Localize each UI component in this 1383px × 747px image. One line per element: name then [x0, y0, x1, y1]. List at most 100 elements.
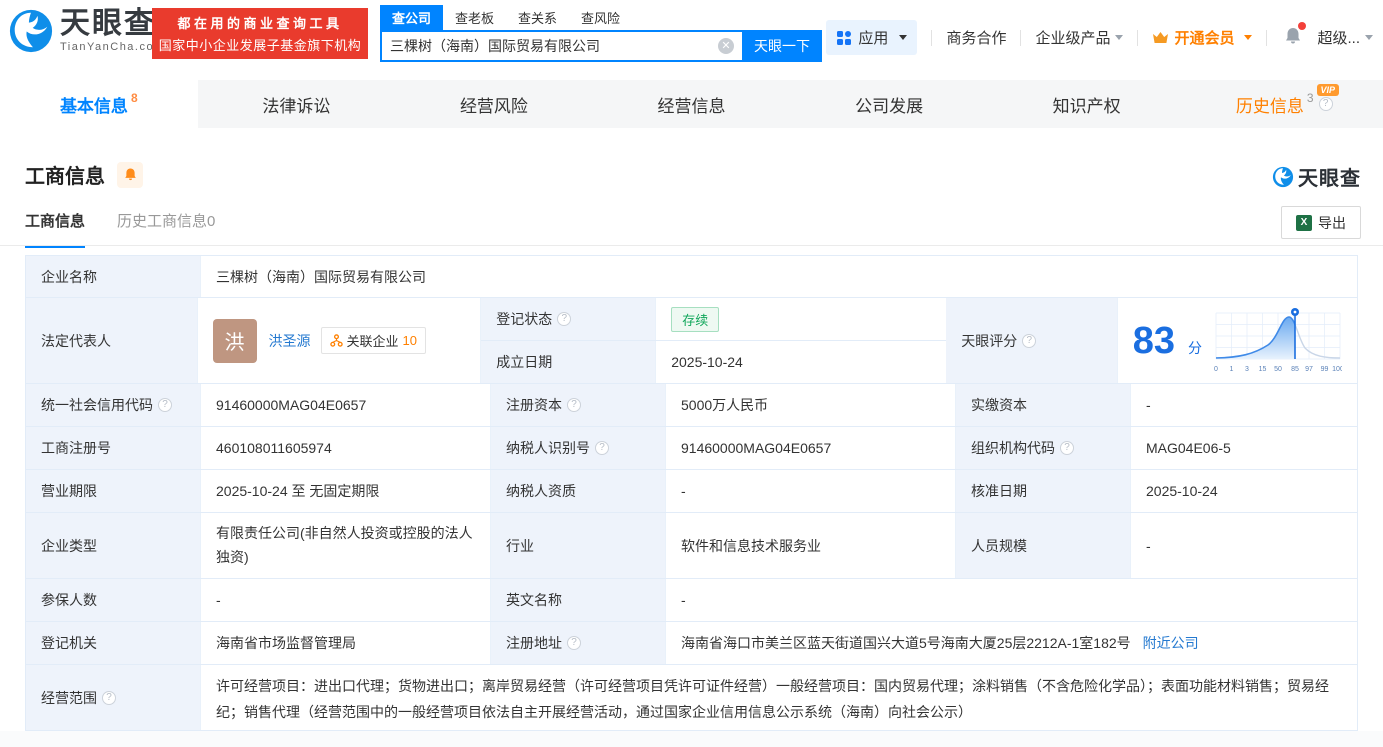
tab-legal-proceedings-label: 法律诉讼	[262, 92, 330, 117]
org-code-value: MAG04E06-5	[1131, 427, 1357, 469]
field-label: 纳税人资质	[491, 470, 666, 512]
score-cell[interactable]: 83 分	[1118, 298, 1357, 383]
subtab-business-registration[interactable]: 工商信息	[25, 210, 85, 248]
user-account-menu[interactable]: 超级...	[1317, 27, 1373, 48]
field-label: 登记状态 ?	[481, 298, 656, 340]
help-icon[interactable]: ?	[595, 441, 609, 455]
company-page-tabs: 基本信息 8 法律诉讼 经营风险 经营信息 公司发展 知识产权 VIP 历史信息…	[0, 80, 1383, 128]
user-account-label: 超级...	[1317, 27, 1360, 48]
field-label: 法定代表人	[26, 298, 198, 383]
tab-operational-risk[interactable]: 经营风险	[395, 80, 593, 128]
logo-text-cn: 天眼查	[60, 9, 165, 39]
field-label: 天眼评分 ?	[946, 298, 1118, 383]
related-companies-count: 10	[403, 333, 417, 348]
chevron-down-icon	[1365, 35, 1373, 40]
help-icon[interactable]: ?	[1060, 441, 1074, 455]
field-label: 参保人数	[26, 579, 201, 621]
help-icon[interactable]: ?	[1319, 97, 1333, 111]
legal-rep-link[interactable]: 洪圣源	[269, 331, 311, 351]
nav-enterprise[interactable]: 企业级产品	[1035, 27, 1123, 48]
search-tab-risk[interactable]: 查风险	[569, 5, 632, 30]
field-label: 工商注册号	[26, 427, 201, 469]
tianyancha-logo[interactable]: 天眼查 TianYanCha.com	[8, 8, 165, 54]
tab-basic-info-label: 基本信息	[60, 92, 128, 117]
nav-cooperation[interactable]: 商务合作	[946, 27, 1006, 48]
chevron-down-icon	[899, 35, 907, 40]
reg-capital-value: 5000万人民币	[666, 384, 956, 426]
axis-tick: 3	[1245, 366, 1249, 373]
field-label: 人员规模	[956, 513, 1131, 578]
chevron-down-icon	[1244, 35, 1252, 40]
help-icon[interactable]: ?	[1022, 334, 1036, 348]
field-label: 企业类型	[26, 513, 201, 578]
tab-intellectual-property[interactable]: 知识产权	[988, 80, 1186, 128]
help-icon[interactable]: ?	[567, 398, 581, 412]
header: 天眼查 TianYanCha.com 都在用的商业查询工具 国家中小企业发展子基…	[0, 0, 1383, 72]
table-row: 企业类型 有限责任公司(非自然人投资或控股的法人独资) 行业 软件和信息技术服务…	[26, 513, 1357, 579]
logo-text-site: TianYanCha.com	[60, 41, 165, 53]
reg-address-value: 海南省海口市美兰区蓝天街道国兴大道5号海南大厦25层2212A-1室182号	[681, 633, 1131, 653]
tab-history-info-label: 历史信息	[1236, 92, 1304, 117]
org-chart-icon	[330, 334, 343, 347]
axis-tick: 97	[1305, 366, 1313, 373]
avatar[interactable]: 洪	[213, 319, 257, 363]
table-row: 参保人数 - 英文名称 -	[26, 579, 1357, 622]
field-label: 行业	[491, 513, 666, 578]
axis-tick: 0	[1214, 366, 1218, 373]
reg-address-label: 注册地址	[506, 633, 562, 653]
related-companies-badge[interactable]: 关联企业 10	[321, 327, 426, 354]
score-distribution-chart: 0 1 3 15 50 85 97 99 100	[1212, 305, 1342, 377]
crown-icon	[1152, 31, 1169, 45]
open-vip-button[interactable]: 开通会员	[1152, 27, 1252, 48]
watermark-text: 天眼查	[1298, 162, 1361, 191]
credit-code-value: 91460000MAG04E0657	[201, 384, 491, 426]
field-label: 成立日期	[481, 341, 656, 383]
tab-business-info[interactable]: 经营信息	[593, 80, 791, 128]
reg-status-cell: 存续	[656, 298, 946, 340]
tab-company-development[interactable]: 公司发展	[790, 80, 988, 128]
search-input[interactable]: 三棵树（海南）国际贸易有限公司 ✕	[380, 30, 742, 62]
help-icon[interactable]: ?	[567, 636, 581, 650]
search-tab-company[interactable]: 查公司	[380, 5, 443, 30]
reg-address-cell: 海南省海口市美兰区蓝天街道国兴大道5号海南大厦25层2212A-1室182号 附…	[666, 622, 1357, 664]
reg-capital-label: 注册资本	[506, 395, 562, 415]
field-label: 经营范围 ?	[26, 665, 201, 730]
help-icon[interactable]: ?	[158, 398, 172, 412]
nav-enterprise-label: 企业级产品	[1035, 27, 1110, 48]
axis-tick: 100	[1332, 366, 1342, 373]
apps-menu[interactable]: 应用	[826, 20, 917, 55]
apps-label: 应用	[858, 27, 888, 48]
tab-basic-info[interactable]: 基本信息 8	[0, 80, 198, 128]
business-scope-label: 经营范围	[41, 688, 97, 708]
table-row: 营业期限 2025-10-24 至 无固定期限 纳税人资质 - 核准日期 202…	[26, 470, 1357, 513]
export-button[interactable]: X 导出	[1281, 206, 1361, 239]
field-label: 统一社会信用代码 ?	[26, 384, 201, 426]
axis-tick: 15	[1259, 366, 1267, 373]
search-button[interactable]: 天眼一下	[742, 30, 822, 62]
open-vip-label: 开通会员	[1174, 27, 1234, 48]
notifications-button[interactable]	[1283, 26, 1303, 50]
tab-history-info[interactable]: VIP 历史信息 3 ?	[1185, 80, 1383, 128]
score-label: 天眼评分	[961, 331, 1017, 351]
monitor-bell-button[interactable]	[117, 162, 143, 188]
search-tab-boss[interactable]: 查老板	[443, 5, 506, 30]
table-row: 企业名称 三棵树（海南）国际贸易有限公司	[26, 256, 1357, 298]
table-row: 登记机关 海南省市场监督管理局 注册地址 ? 海南省海口市美兰区蓝天街道国兴大道…	[26, 622, 1357, 665]
help-icon[interactable]: ?	[102, 691, 116, 705]
help-icon[interactable]: ?	[557, 312, 571, 326]
credit-code-label: 统一社会信用代码	[41, 395, 153, 415]
tab-intellectual-property-label: 知识产权	[1053, 92, 1121, 117]
tab-operational-risk-label: 经营风险	[460, 92, 528, 117]
apps-grid-icon	[836, 30, 852, 46]
tab-legal-proceedings[interactable]: 法律诉讼	[198, 80, 396, 128]
score-value: 83	[1133, 322, 1175, 360]
subtab-history-registration[interactable]: 历史工商信息0	[117, 210, 215, 248]
nearby-companies-link[interactable]: 附近公司	[1143, 633, 1199, 653]
divider	[1266, 30, 1267, 46]
taxpayer-id-value: 91460000MAG04E0657	[666, 427, 956, 469]
field-label: 企业名称	[26, 256, 201, 297]
clear-search-icon[interactable]: ✕	[718, 38, 734, 54]
tianyancha-swirl-icon	[8, 8, 54, 54]
search-tab-relation[interactable]: 查关系	[506, 5, 569, 30]
axis-tick: 85	[1291, 366, 1299, 373]
